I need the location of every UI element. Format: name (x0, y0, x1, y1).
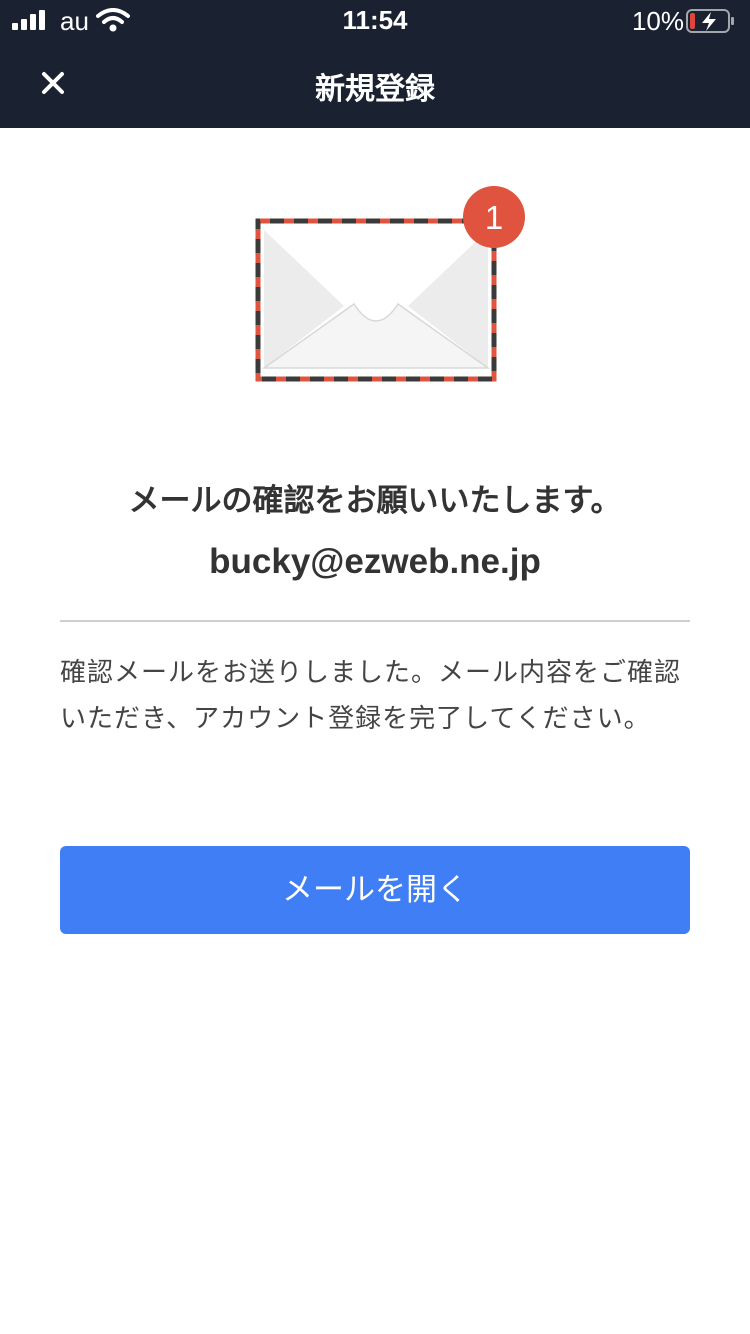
battery-charging-icon (686, 9, 734, 33)
close-button[interactable] (28, 62, 78, 108)
close-icon (42, 72, 64, 94)
page-title: 新規登録 (315, 72, 435, 107)
open-mail-button[interactable]: メールを開く (60, 846, 690, 934)
email-address: bucky@ezweb.ne.jp (209, 542, 541, 581)
app-header: au 11:54 10% 新規登録 (0, 0, 750, 128)
status-bar: au 11:54 10% (0, 0, 750, 44)
envelope-icon: 1 (255, 186, 525, 382)
notification-badge-count: 1 (485, 199, 503, 236)
battery-percent: 10% (631, 6, 684, 36)
confirm-headline: メールの確認をお願いいたします。 (128, 483, 622, 519)
divider (60, 620, 690, 622)
confirmation-message: 確認メールをお送りしました。メール内容をご確認いただき、アカウント登録を完了して… (60, 658, 682, 734)
nav-bar: 新規登録 (0, 44, 750, 128)
